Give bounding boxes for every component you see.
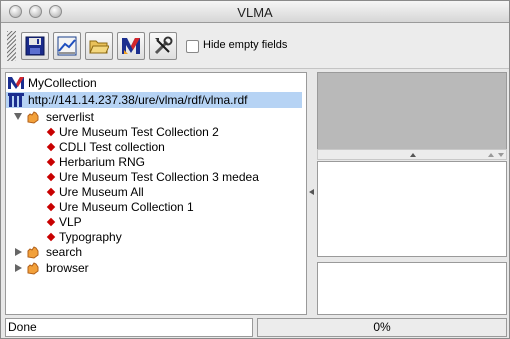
tree-server-item[interactable]: Ure Museum All	[6, 184, 144, 200]
hide-empty-fields-label: Hide empty fields	[203, 39, 288, 51]
save-button[interactable]	[21, 32, 49, 60]
tree-item-browser[interactable]: browser	[6, 260, 89, 276]
vlma-button[interactable]	[117, 32, 145, 60]
tree-server-label: VLP	[59, 215, 82, 229]
progress-bar: 0%	[257, 318, 507, 337]
red-diamond-icon	[46, 157, 56, 167]
server-columns-icon	[8, 93, 24, 107]
save-icon	[25, 36, 45, 56]
tree-server-label: CDLI Test collection	[59, 140, 165, 154]
tree-server-label: Typography	[59, 230, 122, 244]
tree-server-item[interactable]: CDLI Test collection	[6, 139, 165, 155]
tree-search-label: search	[46, 245, 83, 259]
tree-server-label: Ure Museum Collection 1	[59, 200, 194, 214]
app-window: VLMA Hide empty fields MyCollection http…	[0, 0, 510, 339]
graph-icon	[57, 36, 77, 56]
tree-item-url[interactable]: http://141.14.237.38/ure/vlma/rdf/vlma.r…	[6, 92, 302, 108]
disclosure-open-icon[interactable]	[14, 113, 22, 120]
preview-panel	[317, 72, 507, 160]
tree-item-serverlist[interactable]: serverlist	[6, 109, 94, 125]
vlma-logo-icon	[8, 77, 24, 89]
open-folder-button[interactable]	[85, 32, 113, 60]
fields-panel	[317, 262, 507, 315]
collection-tree[interactable]: MyCollection http://141.14.237.38/ure/vl…	[5, 72, 307, 315]
tree-server-label: Ure Museum Test Collection 2	[59, 125, 219, 139]
tree-server-item[interactable]: VLP	[6, 214, 82, 230]
tree-server-label: Ure Museum All	[59, 185, 144, 199]
hand-icon	[27, 111, 39, 124]
red-diamond-icon	[46, 142, 56, 152]
toolbar: Hide empty fields	[1, 23, 509, 69]
tree-root-mycollection[interactable]: MyCollection	[6, 75, 97, 91]
red-diamond-icon	[46, 127, 56, 137]
tree-serverlist-label: serverlist	[46, 110, 95, 124]
red-diamond-icon	[46, 187, 56, 197]
tree-item-search[interactable]: search	[6, 244, 82, 260]
red-diamond-icon	[46, 172, 56, 182]
tree-server-label: Ure Museum Test Collection 3 medea	[59, 170, 259, 184]
tree-server-item[interactable]: Ure Museum Collection 1	[6, 199, 194, 215]
tools-icon	[154, 36, 173, 55]
tree-browser-label: browser	[46, 261, 89, 275]
scroll-up-arrow-icon[interactable]	[488, 153, 494, 157]
collapse-left-arrow-icon[interactable]	[309, 189, 314, 195]
disclosure-closed-icon[interactable]	[15, 264, 22, 272]
vlma-logo-icon	[122, 38, 140, 54]
tree-server-item[interactable]: Ure Museum Test Collection 3 medea	[6, 169, 259, 185]
toolbar-grip-handle[interactable]	[7, 31, 16, 61]
tools-button[interactable]	[149, 32, 177, 60]
red-diamond-icon	[46, 217, 56, 227]
tree-server-item[interactable]: Herbarium RNG	[6, 154, 145, 170]
hand-icon	[27, 262, 39, 275]
hide-empty-fields-checkbox[interactable]	[186, 40, 199, 53]
graph-button[interactable]	[53, 32, 81, 60]
disclosure-closed-icon[interactable]	[15, 248, 22, 256]
folder-open-icon	[89, 40, 109, 54]
tree-url-label: http://141.14.237.38/ure/vlma/rdf/vlma.r…	[28, 93, 248, 107]
vertical-splitter[interactable]	[307, 72, 317, 315]
tree-server-item[interactable]: Typography	[6, 229, 122, 245]
tree-server-label: Herbarium RNG	[59, 155, 146, 169]
title-bar: VLMA	[1, 1, 509, 23]
horizontal-splitter[interactable]	[317, 149, 507, 160]
tree-server-item[interactable]: Ure Museum Test Collection 2	[6, 124, 219, 140]
red-diamond-icon	[46, 232, 56, 242]
window-title: VLMA	[237, 5, 273, 20]
tree-root-label: MyCollection	[28, 76, 97, 90]
status-field: Done	[5, 318, 253, 337]
details-panel	[317, 161, 507, 257]
scroll-down-arrow-icon[interactable]	[498, 153, 504, 157]
status-text: Done	[8, 320, 37, 334]
red-diamond-icon	[46, 202, 56, 212]
progress-text: 0%	[373, 320, 391, 334]
hand-icon	[27, 246, 39, 259]
collapse-up-arrow-icon[interactable]	[410, 153, 416, 157]
